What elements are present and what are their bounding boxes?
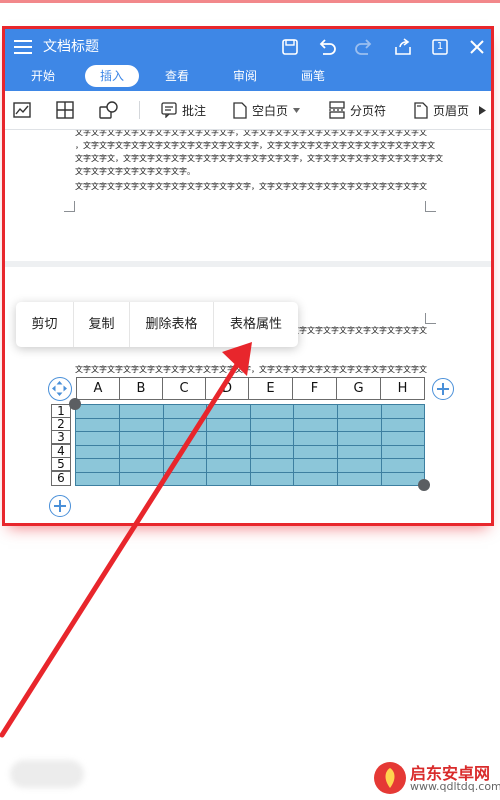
- status-bar: [0, 0, 500, 26]
- site-watermark: 启东安卓网 www.qdltdq.com: [372, 758, 500, 798]
- blurred-area: [10, 760, 84, 788]
- watermark-logo-icon: [374, 762, 406, 794]
- watermark-url: www.qdltdq.com: [410, 780, 500, 793]
- frame-shadow-top: [0, 0, 500, 3]
- annotation-frame: [2, 26, 494, 526]
